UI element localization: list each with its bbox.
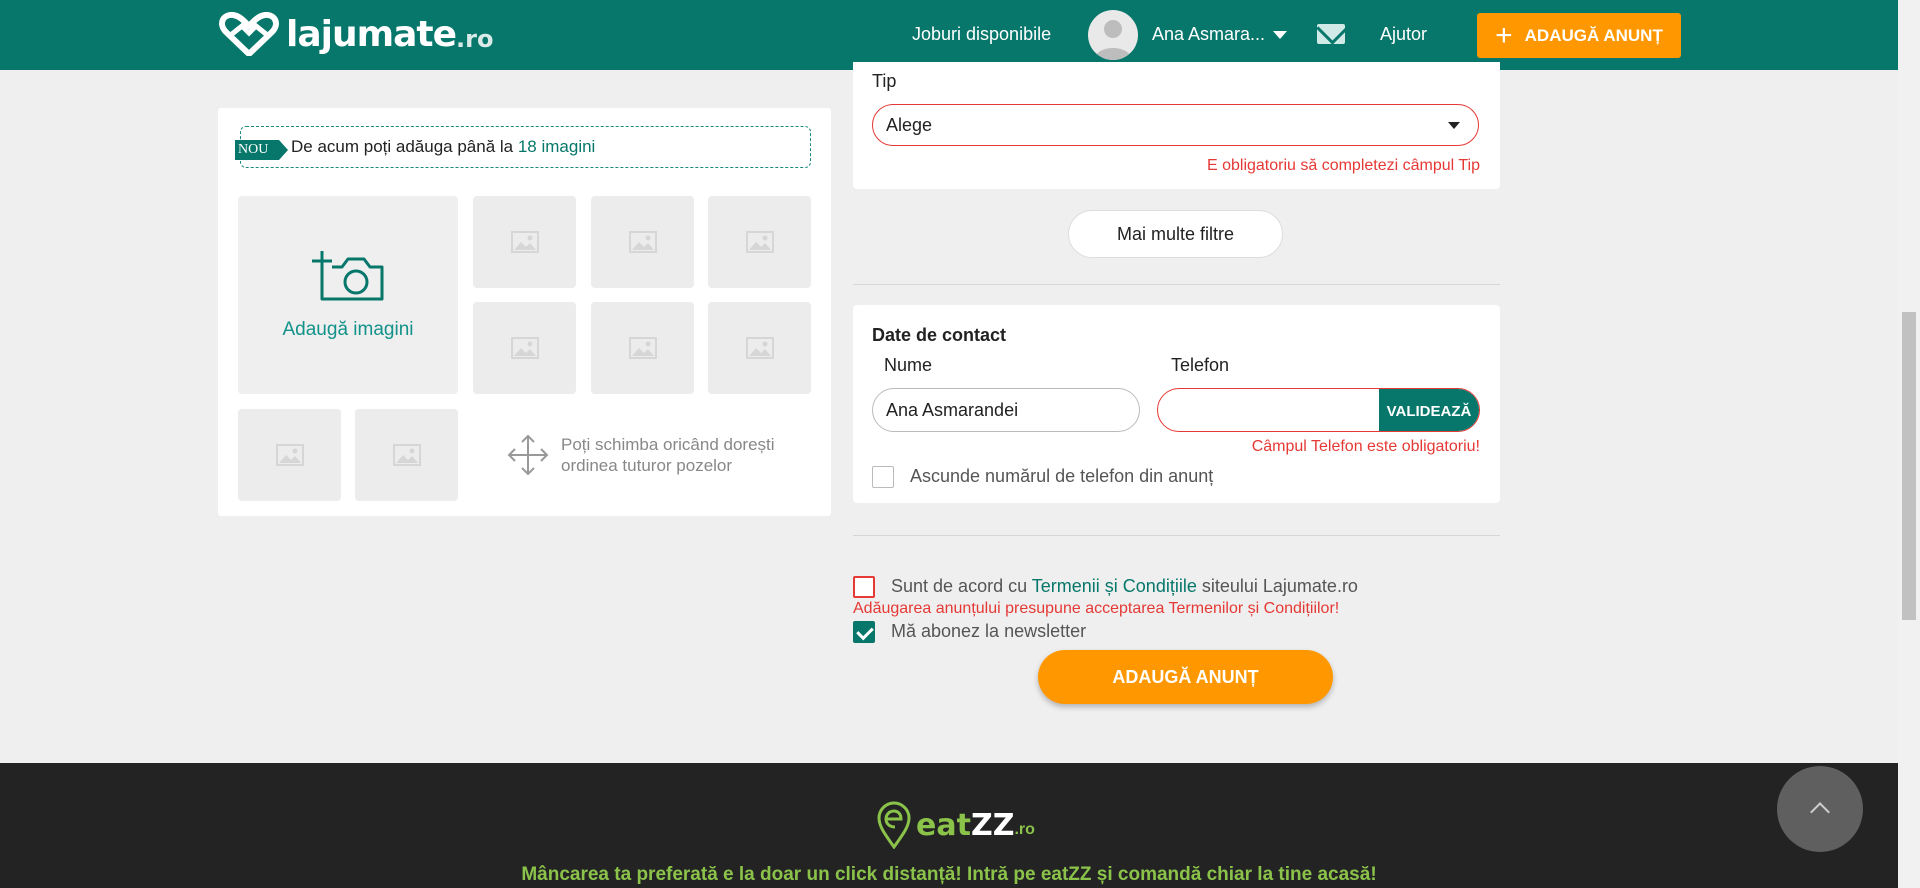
hide-phone-label: Ascunde numărul de telefon din anunț <box>910 466 1214 486</box>
image-placeholder-icon <box>510 337 539 359</box>
logo-tld: .ro <box>456 25 494 53</box>
avatar-person-icon <box>1094 20 1132 60</box>
site-logo[interactable]: lajumate .ro <box>218 12 493 56</box>
name-label: Nume <box>884 355 933 375</box>
hide-phone-checkbox[interactable] <box>872 466 894 488</box>
jobs-link[interactable]: Joburi disponibile <box>912 24 1051 45</box>
newsletter-checkbox[interactable] <box>853 621 875 643</box>
add-images-slot[interactable]: Adaugă imagini <box>238 196 458 394</box>
logo-text: lajumate <box>286 13 457 55</box>
terms-error: Adăugarea anunțului presupune acceptarea… <box>853 600 1340 617</box>
nou-highlight: 18 imagini <box>517 137 596 156</box>
type-select[interactable]: Alege <box>872 104 1479 146</box>
image-slot[interactable] <box>355 409 458 501</box>
validate-phone-button[interactable]: VALIDEAZĂ <box>1379 389 1479 431</box>
image-placeholder-icon <box>628 231 657 253</box>
add-ad-header-label: ADAUGĂ ANUNȚ <box>1524 25 1663 45</box>
contact-title: Date de contact <box>872 325 1007 345</box>
image-placeholder-icon <box>275 444 304 466</box>
image-placeholder-icon <box>745 231 774 253</box>
user-name[interactable]: Ana Asmara... <box>1152 24 1265 45</box>
image-slot[interactable] <box>473 196 576 288</box>
add-ad-header-button[interactable]: + ADAUGĂ ANUNȚ <box>1477 13 1681 58</box>
image-placeholder-icon <box>628 337 657 359</box>
top-header: lajumate .ro Joburi disponibile Ana Asma… <box>0 0 1898 70</box>
phone-input[interactable]: VALIDEAZĂ <box>1157 388 1480 432</box>
image-slot[interactable] <box>238 409 341 501</box>
type-error: E obligatoriu să completezi câmpul Tip <box>1206 157 1480 174</box>
chevron-up-icon <box>1810 802 1830 822</box>
mail-icon[interactable] <box>1317 24 1345 44</box>
move-arrows-icon <box>507 434 549 476</box>
nou-badge: NOU <box>235 140 288 160</box>
nou-text: De acum poți adăuga până la 18 imagini <box>291 137 596 156</box>
divider <box>853 284 1500 285</box>
images-card: NOU De acum poți adăuga până la 18 imagi… <box>218 108 831 516</box>
image-placeholder-icon <box>745 337 774 359</box>
image-placeholder-icon <box>510 231 539 253</box>
eatzz-tld: .ro <box>1014 821 1035 838</box>
image-slot[interactable] <box>708 302 811 394</box>
image-placeholder-icon <box>392 444 421 466</box>
scrollbar-thumb[interactable] <box>1902 312 1916 620</box>
image-slot[interactable] <box>708 196 811 288</box>
type-label: Tip <box>872 71 897 91</box>
reorder-line-1: Poți schimba oricând dorești <box>561 435 775 454</box>
back-to-top-button[interactable] <box>1777 766 1863 852</box>
plus-icon: + <box>1495 18 1513 52</box>
image-slot[interactable] <box>591 302 694 394</box>
phone-error: Câmpul Telefon este obligatoriu! <box>1251 438 1480 455</box>
divider <box>853 535 1500 536</box>
eatzz-logo[interactable]: eatZZ .ro <box>876 801 1035 849</box>
reorder-line-2: ordinea tuturor pozelor <box>561 456 733 475</box>
more-filters-button[interactable]: Mai multe filtre <box>1068 210 1283 258</box>
footer-promo[interactable]: Mâncarea ta preferată e la doar un click… <box>0 864 1898 886</box>
type-card: Tip Alege E obligatoriu să completezi câ… <box>853 62 1500 189</box>
type-select-value: Alege <box>886 114 933 135</box>
terms-link[interactable]: Termenii și Condițiile <box>1032 576 1197 596</box>
location-pin-icon <box>877 801 911 849</box>
newsletter-label: Mă abonez la newsletter <box>891 621 1087 641</box>
user-avatar[interactable] <box>1088 10 1138 60</box>
image-slot[interactable] <box>591 196 694 288</box>
chevron-down-icon[interactable] <box>1273 31 1287 39</box>
contact-card: Date de contact Nume Telefon Ana Asmaran… <box>853 305 1500 503</box>
logo-heart-icon <box>219 12 279 56</box>
help-link[interactable]: Ajutor <box>1380 24 1427 45</box>
name-input[interactable]: Ana Asmarandei <box>872 388 1140 432</box>
terms-label: Sunt de acord cu Termenii și Condițiile … <box>891 576 1358 596</box>
nou-info-bar: NOU De acum poți adăuga până la 18 imagi… <box>235 126 811 168</box>
submit-ad-button[interactable]: ADAUGĂ ANUNȚ <box>1038 650 1333 704</box>
phone-label: Telefon <box>1171 355 1230 375</box>
add-images-label: Adaugă imagini <box>282 319 414 340</box>
eatzz-brand: eatZZ <box>916 807 1015 843</box>
terms-checkbox[interactable] <box>853 576 875 598</box>
image-slot[interactable] <box>473 302 576 394</box>
footer: eatZZ .ro Mâncarea ta preferată e la doa… <box>0 763 1898 888</box>
reorder-hint: Poți schimba oricând dorești ordinea tut… <box>506 433 775 477</box>
caret-down-icon <box>1448 122 1460 129</box>
add-camera-icon <box>312 251 384 301</box>
